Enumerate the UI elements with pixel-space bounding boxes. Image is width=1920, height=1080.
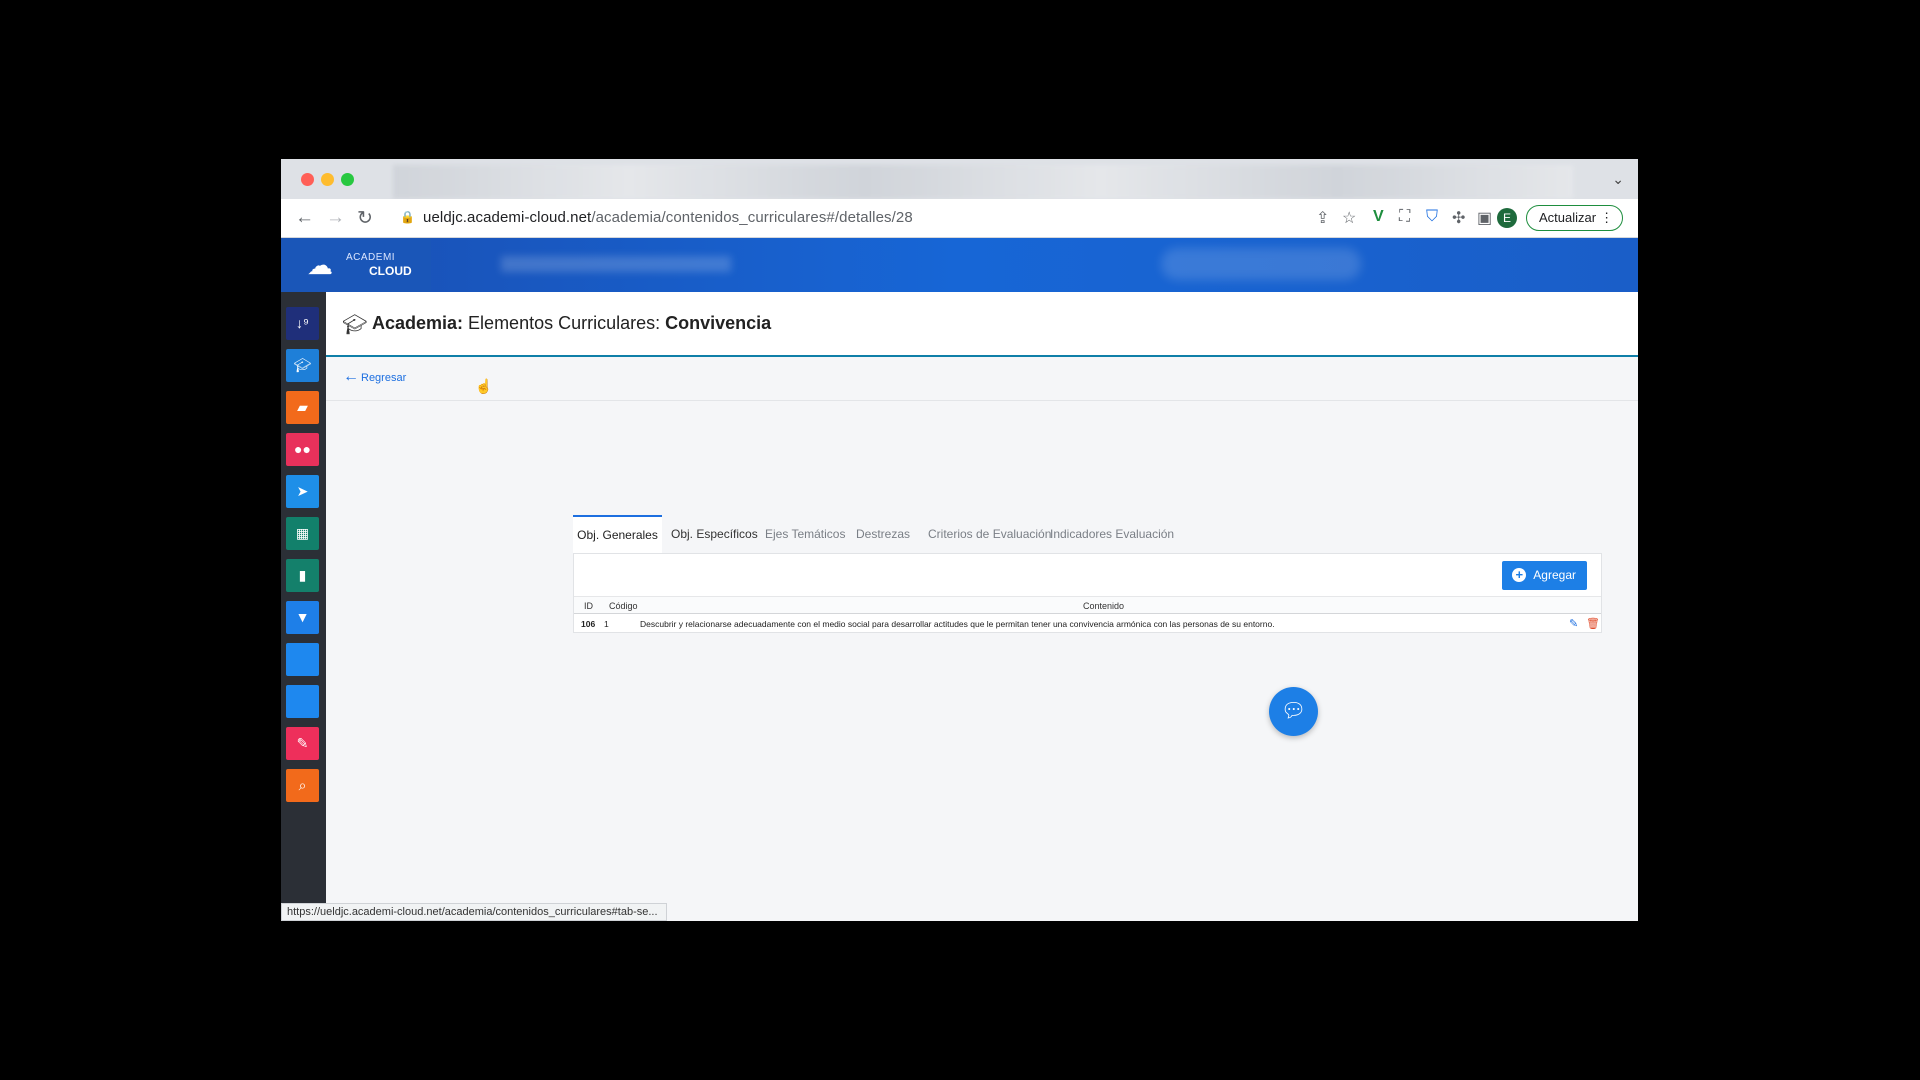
sidebar-item-books[interactable]: ▮ — [286, 559, 319, 592]
graduation-cap-icon: 🎓︎ — [342, 314, 368, 336]
page-title: Academia: Elementos Curriculares: Conviv… — [372, 313, 771, 334]
forward-arrow-icon[interactable]: → — [326, 207, 345, 229]
app-sidebar: ↓⁹ 🎓︎ ▰ ●● ➤ ▦ ▮ ▼ ✎ ⌕ — [281, 292, 326, 921]
back-arrow-icon[interactable]: ← — [343, 368, 359, 386]
tab-indicadores-evaluacion[interactable]: Indicadores Evaluación — [1050, 515, 1174, 553]
tab-obj-especificos[interactable]: Obj. Específicos — [671, 515, 758, 553]
title-prefix: Academia: — [372, 313, 464, 333]
sidebar-item-users[interactable]: ●● — [286, 433, 319, 466]
user-menu-blurred[interactable] — [1161, 248, 1361, 280]
sidebar-item-messages[interactable]: ➤ — [286, 475, 319, 508]
logo-text-bottom: CLOUD — [369, 264, 412, 278]
update-browser-button[interactable]: Actualizar ⋮ — [1526, 205, 1624, 231]
sidebar-item-bookmarks[interactable]: ▼ — [286, 601, 319, 634]
reload-icon[interactable]: ↻ — [357, 207, 373, 230]
col-id[interactable]: ID — [584, 601, 593, 611]
title-bold: Convivencia — [665, 313, 772, 333]
logo-text-top: ACADEMI — [346, 252, 396, 263]
cloud-logo-icon: ☁ — [307, 250, 333, 280]
table-row: 106 1 Descubrir y relacionarse adecuadam… — [574, 614, 1601, 633]
folder-open-icon: ▰ — [297, 399, 308, 415]
app-header: ☁ ACADEMI CLOUD — [281, 238, 1638, 292]
tab-criterios-evaluacion[interactable]: Criterios de Evaluación — [928, 515, 1051, 553]
puzzle-extensions-icon[interactable]: ✣ — [1452, 208, 1465, 228]
shield-extension-icon[interactable]: ⛉ — [1426, 208, 1438, 226]
url-field[interactable]: ueldjc.academi-cloud.net/academia/conten… — [423, 209, 913, 226]
chat-button[interactable]: 💬︎ — [1269, 687, 1318, 736]
tab-search-chevron-icon[interactable]: ⌄ — [1612, 171, 1624, 188]
tab-content-panel: + Agregar ID Código Contenido 106 1 Descu… — [573, 553, 1602, 633]
add-button[interactable]: + Agregar — [1502, 561, 1587, 590]
app-logo[interactable]: ☁ ACADEMI CLOUD — [281, 238, 431, 292]
minimize-window-button[interactable] — [321, 173, 334, 186]
side-panel-icon[interactable]: ▣ — [1477, 208, 1492, 228]
table-header: ID Código Contenido — [574, 596, 1601, 614]
share-icon[interactable]: ⇪ — [1316, 208, 1329, 228]
sidebar-item-files[interactable]: ▰ — [286, 391, 319, 424]
screenshot-extension-icon[interactable]: ⛶ — [1399, 208, 1410, 226]
row-id: 106 — [581, 619, 596, 629]
chat-bubble-icon: 💬︎ — [1280, 700, 1307, 722]
sidebar-item-blank-2[interactable] — [286, 685, 319, 718]
sidebar-item-edit[interactable]: ✎ — [286, 727, 319, 760]
paper-plane-icon: ➤ — [296, 483, 309, 499]
sidebar-item-calendar[interactable]: ▦ — [286, 517, 319, 550]
update-label: Actualizar — [1539, 210, 1597, 225]
back-row: ← Regresar — [326, 357, 1638, 401]
lock-icon[interactable]: 🔒 — [400, 210, 415, 224]
book-icon: ▮ — [298, 567, 307, 583]
graduation-cap-icon: 🎓︎ — [293, 357, 312, 373]
tab-destrezas[interactable]: Destrezas — [856, 515, 910, 553]
browser-tabs-blurred[interactable] — [393, 165, 1573, 199]
add-label: Agregar — [1533, 568, 1576, 582]
sidebar-item-blank-1[interactable] — [286, 643, 319, 676]
kebab-menu-icon[interactable]: ⋮ — [1600, 206, 1613, 229]
col-code[interactable]: Código — [609, 601, 638, 611]
close-window-button[interactable] — [301, 173, 314, 186]
col-content[interactable]: Contenido — [1083, 601, 1124, 611]
browser-window: ⌄ ← → ↻ 🔒 ueldjc.academi-cloud.net/acade… — [281, 159, 1638, 921]
row-code: 1 — [604, 619, 609, 629]
vue-extension-icon[interactable]: V — [1373, 208, 1384, 226]
url-path: /academia/contenidos_curriculares#/detal… — [591, 209, 913, 226]
edit-row-icon[interactable]: ✎ — [1569, 617, 1578, 630]
tab-obj-generales[interactable]: Obj. Generales — [573, 515, 662, 553]
page-title-bar: 🎓︎ Academia: Elementos Curriculares: Con… — [326, 292, 1638, 357]
star-icon[interactable]: ☆ — [1342, 208, 1356, 228]
sidebar-item-academia[interactable]: 🎓︎ — [286, 349, 319, 382]
bookmark-icon: ▼ — [295, 609, 310, 625]
browser-status-bar: https://ueldjc.academi-cloud.net/academi… — [281, 903, 667, 921]
maximize-window-button[interactable] — [341, 173, 354, 186]
edit-icon: ✎ — [296, 735, 309, 751]
users-icon: ●● — [294, 441, 311, 457]
search-icon: ⌕ — [298, 777, 307, 793]
back-arrow-icon[interactable]: ← — [295, 207, 314, 229]
browser-tab-strip: ⌄ — [281, 159, 1638, 199]
plus-circle-icon: + — [1512, 568, 1527, 582]
url-host: ueldjc.academi-cloud.net — [423, 209, 592, 226]
mouse-pointer-icon: ☝ — [475, 378, 493, 394]
back-link[interactable]: Regresar — [361, 372, 406, 384]
sort-icon: ↓⁹ — [296, 315, 309, 331]
tab-ejes-tematicos[interactable]: Ejes Temáticos — [765, 515, 845, 553]
address-bar: ← → ↻ 🔒 ueldjc.academi-cloud.net/academi… — [281, 199, 1638, 238]
sidebar-item-search[interactable]: ⌕ — [286, 769, 319, 802]
row-content: Descubrir y relacionarse adecuadamente c… — [640, 619, 1275, 629]
header-menu-blurred[interactable] — [501, 256, 731, 272]
delete-row-icon[interactable]: 🗑︎ — [1586, 617, 1600, 630]
sidebar-item-sort[interactable]: ↓⁹ — [286, 307, 319, 340]
title-middle: Elementos Curriculares: — [463, 313, 666, 333]
profile-avatar[interactable]: E — [1497, 208, 1517, 228]
calendar-icon: ▦ — [295, 525, 310, 541]
